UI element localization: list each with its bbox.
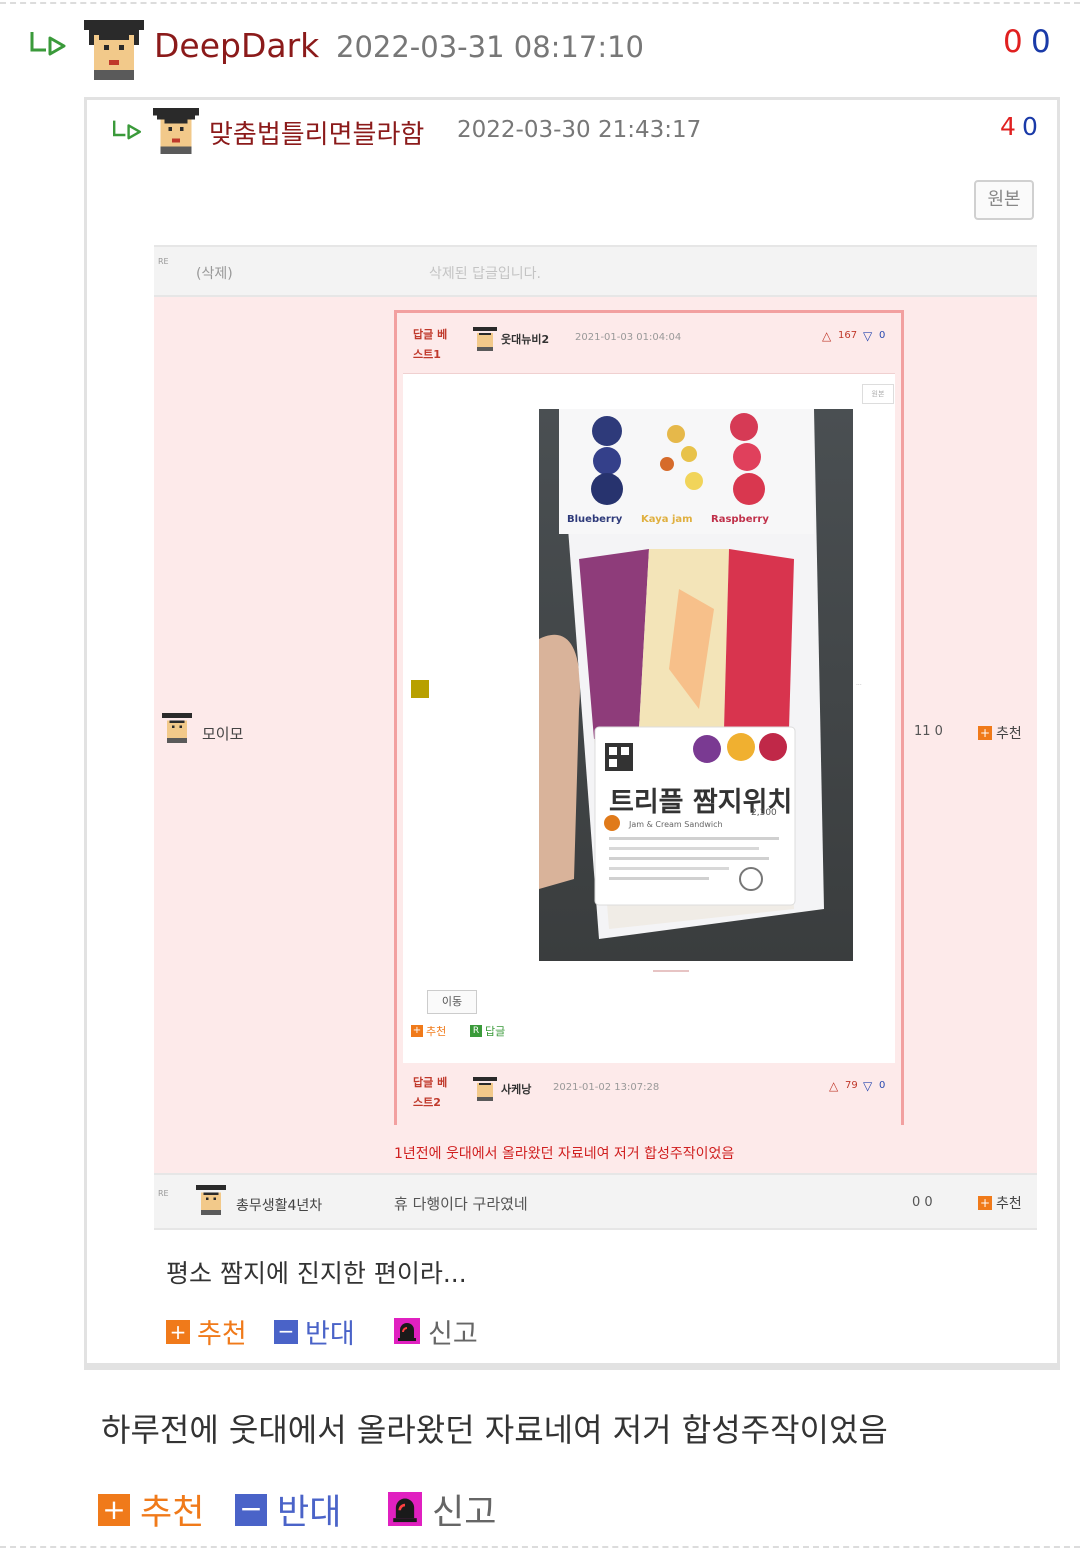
product-photo: Blueberry Kaya jam Raspberry 트리플 짬지위치 Ja… [539,409,853,961]
minus-icon: − [274,1320,298,1344]
report-label: 신고 [432,1493,497,1533]
deleted-text: 삭제된 답글입니다. [429,266,541,282]
quoted-timestamp: 2022-03-30 21:43:17 [457,117,702,143]
siren-icon [394,1318,420,1344]
comment-votes-down: 0 [1031,24,1051,60]
comment-username[interactable]: DeepDark [154,26,319,65]
bottom-text: 휴 다행이다 구라였네 [394,1195,528,1213]
quoted-votes-down: 0 [1022,112,1038,141]
best1-reply: 답글 [485,1025,506,1038]
best1-original-button: 원본 [862,384,894,404]
move-button: 이동 [427,990,477,1014]
main-author: 모이모 [202,725,244,743]
best2-likes: 79 [845,1080,858,1091]
oppose-label: 반대 [277,1493,342,1533]
re-label: RE [158,1189,169,1198]
embedded-screenshot: RE (삭제) 삭제된 답글입니다. 모이모 11 0 + 추천 답글 베스트1 [154,245,1037,1230]
dislike-icon: ▽ [863,329,873,343]
recommend-icon: + [978,726,992,740]
best1-badge: 답글 베스트1 [413,328,448,361]
pixel-emoticon-icon [411,680,429,698]
re-label: RE [158,257,169,266]
avatar [196,1185,226,1215]
quoted-comment: 맞춤법틀리면블라함 2022-03-30 21:43:17 4 0 원본 RE … [84,97,1060,1370]
quoted-report-label: 신고 [428,1319,478,1350]
recommend-icon: + [411,1025,423,1037]
best1-content: 원본 ··· Blueberry Kaya jam Raspberry 트리플 … [403,373,895,1063]
report-button[interactable]: 신고 [388,1484,508,1533]
bottom-recommend: 추천 [996,1196,1022,1212]
product-sub: Jam & Cream Sandwich [628,820,723,829]
main-votes: 11 0 [914,724,943,739]
best1-dislikes: 0 [879,330,886,341]
flavor-1: Blueberry [567,514,623,525]
screenshot-note: 1년전에 웃대에서 올라왔던 자료네여 저거 합성주작이었음 [394,1146,735,1162]
avatar [473,1077,497,1101]
minus-icon: − [235,1494,267,1526]
best2-badge: 답글 베스트2 [413,1076,448,1109]
bottom-votes: 0 0 [912,1195,933,1210]
caption-dot [653,970,689,972]
plus-icon: + [98,1494,130,1526]
avatar[interactable] [153,108,199,154]
best-reply-card: 답글 베스트1 웃대뉴비2 2021-01-03 01:04:04 △ 167 … [394,310,904,1125]
avatar [473,327,497,351]
best1-timestamp: 2021-01-03 01:04:04 [575,332,682,343]
recommend-label: 추천 [140,1493,205,1533]
reply-icon: R [470,1025,482,1037]
comment-body: 하루전에 웃대에서 올라왔던 자료네여 저거 합성주작이었음 [101,1411,888,1449]
siren-icon [388,1492,422,1526]
like-icon: △ [829,1079,839,1093]
comment-votes-up: 0 [1003,24,1023,60]
top-separator [0,2,1080,4]
reply-arrow-icon [113,120,141,140]
side-dot-icon: ··· [856,682,862,689]
original-button[interactable]: 원본 [974,180,1034,220]
quoted-body: 평소 짬지에 진지한 편이라... [166,1259,467,1288]
best2-timestamp: 2021-01-02 13:07:28 [553,1082,660,1093]
reply-arrow-icon [30,32,66,56]
avatar [162,713,192,743]
comment-timestamp: 2022-03-31 08:17:10 [336,30,644,64]
plus-icon: + [166,1320,190,1344]
dislike-icon: ▽ [863,1079,873,1093]
flavor-2: Kaya jam [641,514,693,525]
main-recommend: 추천 [996,726,1022,742]
bottom-separator [0,1546,1080,1548]
deleted-author: (삭제) [196,266,233,282]
deleted-row: RE (삭제) 삭제된 답글입니다. [154,245,1037,297]
quoted-report-button[interactable]: 신고 [394,1312,484,1350]
best2-dislikes: 0 [879,1080,886,1091]
product-price: 2,300 [751,808,777,818]
bottom-author: 총무생활4년차 [236,1198,323,1214]
oppose-button[interactable]: − 반대 [235,1484,355,1533]
quoted-votes-up: 4 [1000,112,1016,141]
like-icon: △ [822,329,832,343]
quoted-recommend-label: 추천 [197,1319,247,1350]
quoted-oppose-button[interactable]: − 반대 [274,1312,364,1350]
recommend-icon: + [978,1196,992,1210]
best1-likes: 167 [838,330,858,341]
best2-author: 사케낭 [501,1083,532,1096]
recommend-button[interactable]: + 추천 [98,1484,218,1533]
quoted-recommend-button[interactable]: + 추천 [166,1312,256,1350]
flavor-3: Raspberry [711,514,769,525]
quoted-username[interactable]: 맞춤법틀리면블라함 [209,114,424,151]
quoted-oppose-label: 반대 [305,1319,355,1350]
bottom-row: RE 총무생활4년차 휴 다행이다 구라였네 0 0 + 추천 [154,1173,1037,1230]
best1-author: 웃대뉴비2 [501,333,550,346]
avatar[interactable] [84,20,144,80]
best1-recommend: 추천 [426,1025,447,1038]
